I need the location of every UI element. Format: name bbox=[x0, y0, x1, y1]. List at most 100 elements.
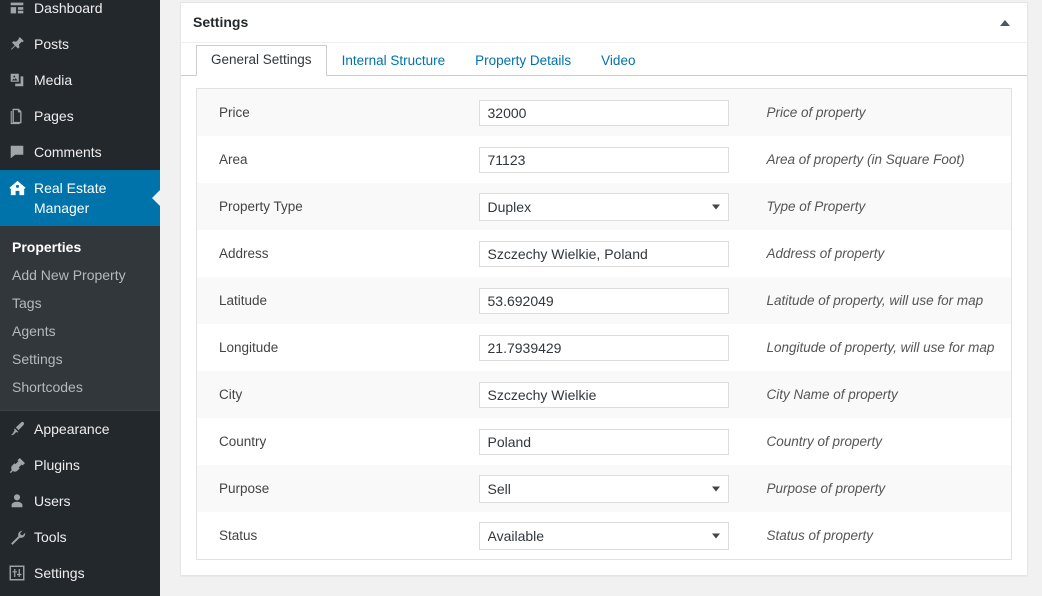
row-description-cell: Latitude of property, will use for map bbox=[749, 277, 1012, 324]
sidebar-item-label: Dashboard bbox=[34, 0, 103, 16]
submenu-item-shortcodes[interactable]: Shortcodes bbox=[0, 373, 160, 401]
sidebar-menu-top: Dashboard Posts Media Pages Comments Real Est… bbox=[0, 0, 160, 226]
media-icon bbox=[0, 70, 34, 89]
row-description-cell: Area of property (in Square Foot) bbox=[749, 136, 1012, 183]
chevron-up-icon[interactable] bbox=[995, 13, 1015, 33]
row-field-cell bbox=[478, 324, 749, 371]
row-field-cell bbox=[478, 277, 749, 324]
row-field-cell bbox=[478, 89, 749, 137]
sidebar-item-label: Appearance bbox=[34, 421, 110, 437]
home-icon bbox=[0, 178, 34, 198]
submenu-item-settings[interactable]: Settings bbox=[0, 345, 160, 373]
address-input[interactable] bbox=[478, 240, 729, 267]
field-description: Country of property bbox=[766, 433, 883, 449]
row-label-cell: Area bbox=[197, 136, 479, 183]
pin-icon bbox=[0, 34, 34, 53]
collapse-menu-button[interactable]: Collapse menu bbox=[0, 591, 160, 596]
field-label: Longitude bbox=[219, 339, 279, 355]
tab-bar: General Settings Internal Structure Proper… bbox=[181, 43, 1027, 76]
row-description-cell: Country of property bbox=[749, 418, 1012, 465]
row-field-cell bbox=[478, 136, 749, 183]
settings-row: Property Type Duplex Type of Property bbox=[196, 183, 1012, 230]
price-input[interactable] bbox=[478, 99, 729, 126]
settings-row: Area Area of property (in Square Foot) bbox=[196, 136, 1012, 183]
sidebar-collapse-holder: Collapse menu bbox=[0, 591, 160, 596]
latitude-input[interactable] bbox=[478, 287, 729, 314]
metabox-header: Settings bbox=[181, 3, 1027, 43]
chevron-down-icon bbox=[711, 486, 720, 491]
sidebar-item-plugins[interactable]: Plugins bbox=[0, 447, 160, 483]
row-description-cell: Type of Property bbox=[749, 183, 1012, 230]
sidebar-item-label: Pages bbox=[34, 108, 74, 124]
tab-internal-structure[interactable]: Internal Structure bbox=[327, 46, 461, 76]
submenu-item-agents[interactable]: Agents bbox=[0, 317, 160, 345]
sidebar-item-real-estate-manager[interactable]: Real Estate Manager bbox=[0, 170, 160, 226]
submenu-item-properties[interactable]: Properties bbox=[0, 233, 160, 261]
sidebar-item-label: Plugins bbox=[34, 457, 80, 473]
row-label-cell: Purpose bbox=[197, 465, 479, 512]
sidebar-item-users[interactable]: Users bbox=[0, 483, 160, 519]
sidebar-menu-bottom: Appearance Plugins Users Tools Settings bbox=[0, 411, 160, 591]
sidebar-item-posts[interactable]: Posts bbox=[0, 26, 160, 62]
area-input[interactable] bbox=[478, 146, 729, 173]
submenu-item-tags[interactable]: Tags bbox=[0, 289, 160, 317]
sidebar-item-dashboard[interactable]: Dashboard bbox=[0, 0, 160, 26]
field-label: Country bbox=[219, 433, 267, 449]
country-input[interactable] bbox=[478, 428, 729, 455]
property-type-select[interactable]: Duplex bbox=[478, 192, 729, 221]
pages-icon bbox=[0, 106, 34, 125]
sidebar-item-tools[interactable]: Tools bbox=[0, 519, 160, 555]
settings-row: Longitude Longitude of property, will use… bbox=[196, 324, 1012, 371]
sidebar-item-comments[interactable]: Comments bbox=[0, 134, 160, 170]
sidebar-item-media[interactable]: Media bbox=[0, 62, 160, 98]
settings-table: Price Price of property Area Area of proper… bbox=[196, 88, 1012, 560]
field-description: Address of property bbox=[766, 245, 885, 261]
sidebar-item-settings[interactable]: Settings bbox=[0, 555, 160, 591]
row-field-cell: Available bbox=[478, 512, 749, 560]
field-description: Longitude of property, will use for map bbox=[766, 339, 995, 355]
chevron-down-icon bbox=[711, 533, 720, 538]
tab-video[interactable]: Video bbox=[586, 46, 650, 76]
field-description: Purpose of property bbox=[766, 480, 886, 496]
field-description: City Name of property bbox=[766, 386, 898, 402]
row-field-cell bbox=[478, 418, 749, 465]
sidebar-item-label: Real Estate Manager bbox=[34, 180, 107, 216]
sidebar-item-appearance[interactable]: Appearance bbox=[0, 411, 160, 447]
field-label: Price bbox=[219, 104, 250, 120]
dashboard-icon bbox=[0, 0, 34, 17]
row-description-cell: Purpose of property bbox=[749, 465, 1012, 512]
settings-metabox: Settings General Settings Internal Struct… bbox=[180, 2, 1028, 576]
sidebar-item-label: Media bbox=[34, 72, 73, 88]
field-label: City bbox=[219, 386, 243, 402]
plug-icon bbox=[0, 455, 34, 474]
sidebar-item-pages[interactable]: Pages bbox=[0, 98, 160, 134]
row-label-cell: Latitude bbox=[197, 277, 479, 324]
submenu-item-add-new-property[interactable]: Add New Property bbox=[0, 261, 160, 289]
settings-row: Address Address of property bbox=[196, 230, 1012, 277]
user-icon bbox=[0, 491, 34, 510]
field-label: Area bbox=[219, 151, 248, 167]
admin-content-area: Settings General Settings Internal Struct… bbox=[160, 0, 1042, 596]
field-label: Address bbox=[219, 245, 269, 261]
field-label: Property Type bbox=[219, 198, 303, 214]
tab-property-details[interactable]: Property Details bbox=[460, 46, 586, 76]
sidebar-submenu: Properties Add New Property Tags Agents Sett… bbox=[0, 226, 160, 410]
status-selected-value: Available bbox=[487, 527, 545, 544]
longitude-input[interactable] bbox=[478, 334, 729, 361]
city-input[interactable] bbox=[478, 381, 729, 408]
property-type-selected-value: Duplex bbox=[487, 198, 532, 215]
settings-row: Price Price of property bbox=[196, 88, 1012, 137]
field-description: Area of property (in Square Foot) bbox=[766, 151, 965, 167]
row-description-cell: Price of property bbox=[749, 89, 1012, 137]
purpose-select[interactable]: Sell bbox=[478, 474, 729, 503]
tab-general-settings[interactable]: General Settings bbox=[196, 45, 327, 76]
chevron-down-icon bbox=[711, 204, 720, 209]
status-select[interactable]: Available bbox=[478, 521, 729, 550]
row-label-cell: Longitude bbox=[197, 324, 479, 371]
admin-sidebar: Dashboard Posts Media Pages Comments Real Est… bbox=[0, 0, 160, 596]
field-label: Status bbox=[219, 527, 258, 543]
field-label: Purpose bbox=[219, 480, 270, 496]
row-description-cell: City Name of property bbox=[749, 371, 1012, 418]
field-description: Status of property bbox=[766, 527, 874, 543]
row-field-cell: Sell bbox=[478, 465, 749, 512]
